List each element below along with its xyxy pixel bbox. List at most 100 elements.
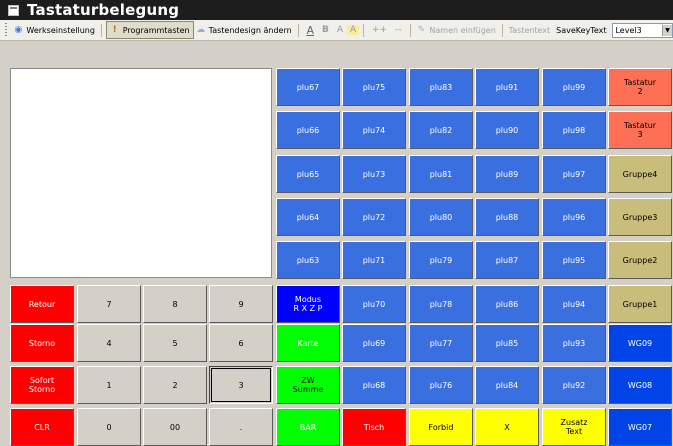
programmtasten-button[interactable]: ! Programmtasten: [105, 21, 194, 39]
key-plu99[interactable]: plu99: [542, 68, 606, 106]
chevron-down-icon[interactable]: ▼: [662, 24, 673, 36]
font-increase-button[interactable]: ++: [368, 25, 391, 35]
key-tastatur-2[interactable]: Tastatur 2: [608, 68, 672, 106]
key-plu84[interactable]: plu84: [475, 366, 539, 404]
key-plu98[interactable]: plu98: [542, 111, 606, 149]
toolbar: ◉ Werkseinstellung ! Programmtasten ☁ Ta…: [0, 20, 673, 41]
key-plu96[interactable]: plu96: [542, 198, 606, 236]
font-highlight-button[interactable]: A: [347, 25, 360, 35]
key-plu91[interactable]: plu91: [475, 68, 539, 106]
cloud-icon: ☁: [196, 25, 206, 35]
font-bold-button[interactable]: B: [318, 25, 333, 35]
key-gruppe1[interactable]: Gruppe1: [608, 285, 672, 323]
key-7[interactable]: 7: [77, 285, 141, 323]
key-storno[interactable]: Storno: [10, 324, 74, 362]
tastendesign-button[interactable]: ☁ Tastendesign ändern: [194, 22, 294, 38]
key-plu87[interactable]: plu87: [475, 241, 539, 279]
key-plu71[interactable]: plu71: [342, 241, 406, 279]
info-icon: !: [112, 25, 117, 35]
pencil-icon: ✎: [417, 25, 426, 35]
key-plu77[interactable]: plu77: [409, 324, 473, 362]
key-plu94[interactable]: plu94: [542, 285, 606, 323]
namen-einfuegen-button[interactable]: ✎ Namen einfügen: [414, 22, 497, 38]
key-plu97[interactable]: plu97: [542, 155, 606, 193]
key-wg07[interactable]: WG07: [608, 408, 672, 446]
key-plu88[interactable]: plu88: [475, 198, 539, 236]
key-5[interactable]: 5: [143, 324, 207, 362]
display-panel: [10, 68, 272, 278]
key-wg08[interactable]: WG08: [608, 366, 672, 404]
key-plu82[interactable]: plu82: [409, 111, 473, 149]
key-zw-summe[interactable]: ZW Summe: [276, 366, 340, 404]
font-decrease-button[interactable]: --: [391, 25, 406, 35]
font-underline-button[interactable]: A: [302, 24, 318, 37]
werkseinstellung-label: Werkseinstellung: [26, 25, 95, 35]
key-plu80[interactable]: plu80: [409, 198, 473, 236]
toolbar-grip-icon[interactable]: [5, 23, 8, 37]
level-select-value: Level3: [615, 25, 642, 35]
font-small-button[interactable]: A: [333, 25, 347, 35]
key-dot[interactable]: .: [209, 408, 273, 446]
key-plu86[interactable]: plu86: [475, 285, 539, 323]
key-zusatz-text[interactable]: Zusatz Text: [542, 408, 606, 446]
key-plu93[interactable]: plu93: [542, 324, 606, 362]
key-plu79[interactable]: plu79: [409, 241, 473, 279]
key-4[interactable]: 4: [77, 324, 141, 362]
key-plu66[interactable]: plu66: [276, 111, 340, 149]
toolbar-separator: [501, 23, 503, 37]
toolbar-separator: [409, 23, 411, 37]
key-plu76[interactable]: plu76: [409, 366, 473, 404]
key-plu83[interactable]: plu83: [409, 68, 473, 106]
key-plu78[interactable]: plu78: [409, 285, 473, 323]
key-plu67[interactable]: plu67: [276, 68, 340, 106]
key-plu64[interactable]: plu64: [276, 198, 340, 236]
savekeytext-button[interactable]: SaveKeyText: [554, 22, 608, 38]
key-wg09[interactable]: WG09: [608, 324, 672, 362]
level-select[interactable]: Level3 ▼: [612, 22, 673, 38]
key-gruppe2[interactable]: Gruppe2: [608, 241, 672, 279]
key-plu89[interactable]: plu89: [475, 155, 539, 193]
globe-icon: ◉: [14, 25, 23, 35]
key-plu70[interactable]: plu70: [342, 285, 406, 323]
toolbar-separator: [363, 23, 365, 37]
key-x[interactable]: X: [475, 408, 539, 446]
programmtasten-label: Programmtasten: [122, 25, 190, 35]
key-00[interactable]: 00: [143, 408, 207, 446]
key-tisch[interactable]: Tisch: [342, 408, 406, 446]
key-retour[interactable]: Retour: [10, 285, 74, 323]
key-plu74[interactable]: plu74: [342, 111, 406, 149]
key-plu72[interactable]: plu72: [342, 198, 406, 236]
key-gruppe4[interactable]: Gruppe4: [608, 155, 672, 193]
werkseinstellung-button[interactable]: ◉ Werkseinstellung: [11, 22, 97, 38]
tastendesign-label: Tastendesign ändern: [208, 25, 292, 35]
key-plu85[interactable]: plu85: [475, 324, 539, 362]
key-1[interactable]: 1: [77, 366, 141, 404]
key-plu63[interactable]: plu63: [276, 241, 340, 279]
key-plu95[interactable]: plu95: [542, 241, 606, 279]
key-forbid[interactable]: Forbid: [409, 408, 473, 446]
key-plu75[interactable]: plu75: [342, 68, 406, 106]
key-3[interactable]: 3: [209, 366, 273, 404]
key-clr[interactable]: CLR: [10, 408, 74, 446]
key-plu81[interactable]: plu81: [409, 155, 473, 193]
key-modus-r-x-z-p[interactable]: Modus R X Z P: [276, 285, 340, 323]
key-plu90[interactable]: plu90: [475, 111, 539, 149]
toolbar-separator: [297, 23, 299, 37]
key-2[interactable]: 2: [143, 366, 207, 404]
key-plu92[interactable]: plu92: [542, 366, 606, 404]
key-plu69[interactable]: plu69: [342, 324, 406, 362]
key-plu65[interactable]: plu65: [276, 155, 340, 193]
key-karte[interactable]: Karte: [276, 324, 340, 362]
key-plu68[interactable]: plu68: [342, 366, 406, 404]
key-6[interactable]: 6: [209, 324, 273, 362]
key-sofort-storno[interactable]: Sofort Storno: [10, 366, 74, 404]
window-icon: [8, 4, 19, 16]
key-gruppe3[interactable]: Gruppe3: [608, 198, 672, 236]
key-plu73[interactable]: plu73: [342, 155, 406, 193]
key-9[interactable]: 9: [209, 285, 273, 323]
key-tastatur-3[interactable]: Tastatur 3: [608, 111, 672, 149]
key-bar[interactable]: BAR: [276, 408, 340, 446]
title-bar: Tastaturbelegung: [0, 0, 673, 20]
key-0[interactable]: 0: [77, 408, 141, 446]
key-8[interactable]: 8: [143, 285, 207, 323]
